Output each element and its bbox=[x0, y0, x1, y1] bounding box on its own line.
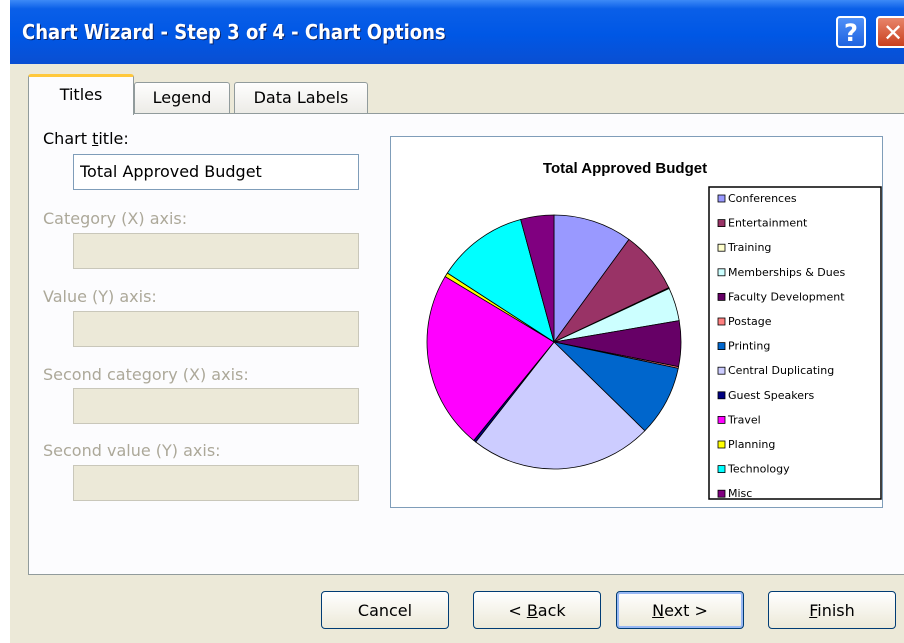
legend-item: Entertainment bbox=[717, 217, 808, 230]
chart-title-input[interactable] bbox=[74, 155, 356, 187]
legend-swatch bbox=[717, 292, 726, 301]
legend-label: Postage bbox=[728, 315, 772, 328]
legend-swatch bbox=[717, 342, 726, 351]
pie-chart: Total Approved Budget Conferences Enterta… bbox=[426, 160, 882, 500]
second-value-y-axis-field bbox=[73, 465, 359, 501]
legend-swatch bbox=[717, 243, 726, 252]
chart-title-label: Chart title: bbox=[43, 129, 129, 148]
legend-swatch bbox=[717, 415, 726, 424]
back-button[interactable]: < Back bbox=[473, 591, 601, 629]
legend-swatch bbox=[717, 219, 726, 227]
legend-swatch bbox=[717, 489, 726, 498]
legend-label: Faculty Development bbox=[728, 290, 845, 303]
legend-label: Misc bbox=[728, 487, 752, 500]
second-category-x-axis-field bbox=[73, 388, 359, 424]
category-x-axis-label: Category (X) axis: bbox=[43, 209, 188, 228]
chart-title-field[interactable] bbox=[73, 154, 359, 190]
legend-label: Guest Speakers bbox=[728, 389, 815, 402]
legend-label: Entertainment bbox=[728, 217, 808, 230]
category-x-axis-field bbox=[73, 233, 359, 269]
legend-item: Central Duplicating bbox=[717, 364, 834, 377]
legend-label: Printing bbox=[728, 340, 770, 353]
help-button[interactable]: ? bbox=[836, 16, 866, 48]
legend-swatch bbox=[717, 366, 726, 375]
window-title: Chart Wizard - Step 3 of 4 - Chart Optio… bbox=[22, 20, 446, 44]
close-button[interactable]: ✕ bbox=[876, 16, 904, 48]
next-button[interactable]: Next > bbox=[616, 591, 744, 629]
chart-preview: Total Approved Budget Conferences Enterta… bbox=[390, 136, 883, 508]
chart-title: Total Approved Budget bbox=[543, 160, 707, 177]
legend-swatch bbox=[717, 391, 726, 400]
chart-wizard-dialog: Chart Wizard - Step 3 of 4 - Chart Optio… bbox=[10, 0, 904, 643]
second-category-x-axis-label: Second category (X) axis: bbox=[43, 365, 249, 384]
legend-label: Training bbox=[727, 241, 771, 254]
cancel-button[interactable]: Cancel bbox=[321, 591, 449, 629]
second-value-y-axis-label: Second value (Y) axis: bbox=[43, 441, 221, 460]
legend-swatch bbox=[717, 317, 726, 326]
legend-label: Travel bbox=[727, 413, 761, 426]
finish-button[interactable]: Finish bbox=[768, 591, 896, 629]
legend-item: Guest Speakers bbox=[717, 389, 815, 402]
legend-label: Memberships & Dues bbox=[728, 266, 845, 279]
tab-legend[interactable]: Legend bbox=[134, 82, 230, 114]
value-y-axis-field bbox=[73, 311, 359, 347]
legend-item: Technology bbox=[717, 463, 790, 476]
tab-data-labels[interactable]: Data Labels bbox=[234, 82, 368, 114]
help-icon: ? bbox=[844, 19, 858, 47]
tab-titles[interactable]: Titles bbox=[28, 74, 134, 115]
legend-swatch bbox=[717, 268, 726, 277]
legend-label: Planning bbox=[728, 438, 775, 451]
legend-swatch bbox=[717, 440, 726, 449]
title-bar[interactable]: Chart Wizard - Step 3 of 4 - Chart Optio… bbox=[10, 0, 904, 64]
legend-label: Technology bbox=[727, 463, 790, 476]
legend-item: Conferences bbox=[717, 192, 797, 205]
legend-swatch bbox=[717, 194, 726, 203]
legend-item: Memberships & Dues bbox=[717, 266, 845, 279]
legend-item: Faculty Development bbox=[717, 290, 845, 303]
value-y-axis-label: Value (Y) axis: bbox=[43, 287, 157, 306]
legend-swatch bbox=[717, 465, 726, 474]
close-icon: ✕ bbox=[882, 19, 904, 47]
legend-label: Conferences bbox=[728, 192, 797, 205]
legend-label: Central Duplicating bbox=[728, 364, 834, 377]
